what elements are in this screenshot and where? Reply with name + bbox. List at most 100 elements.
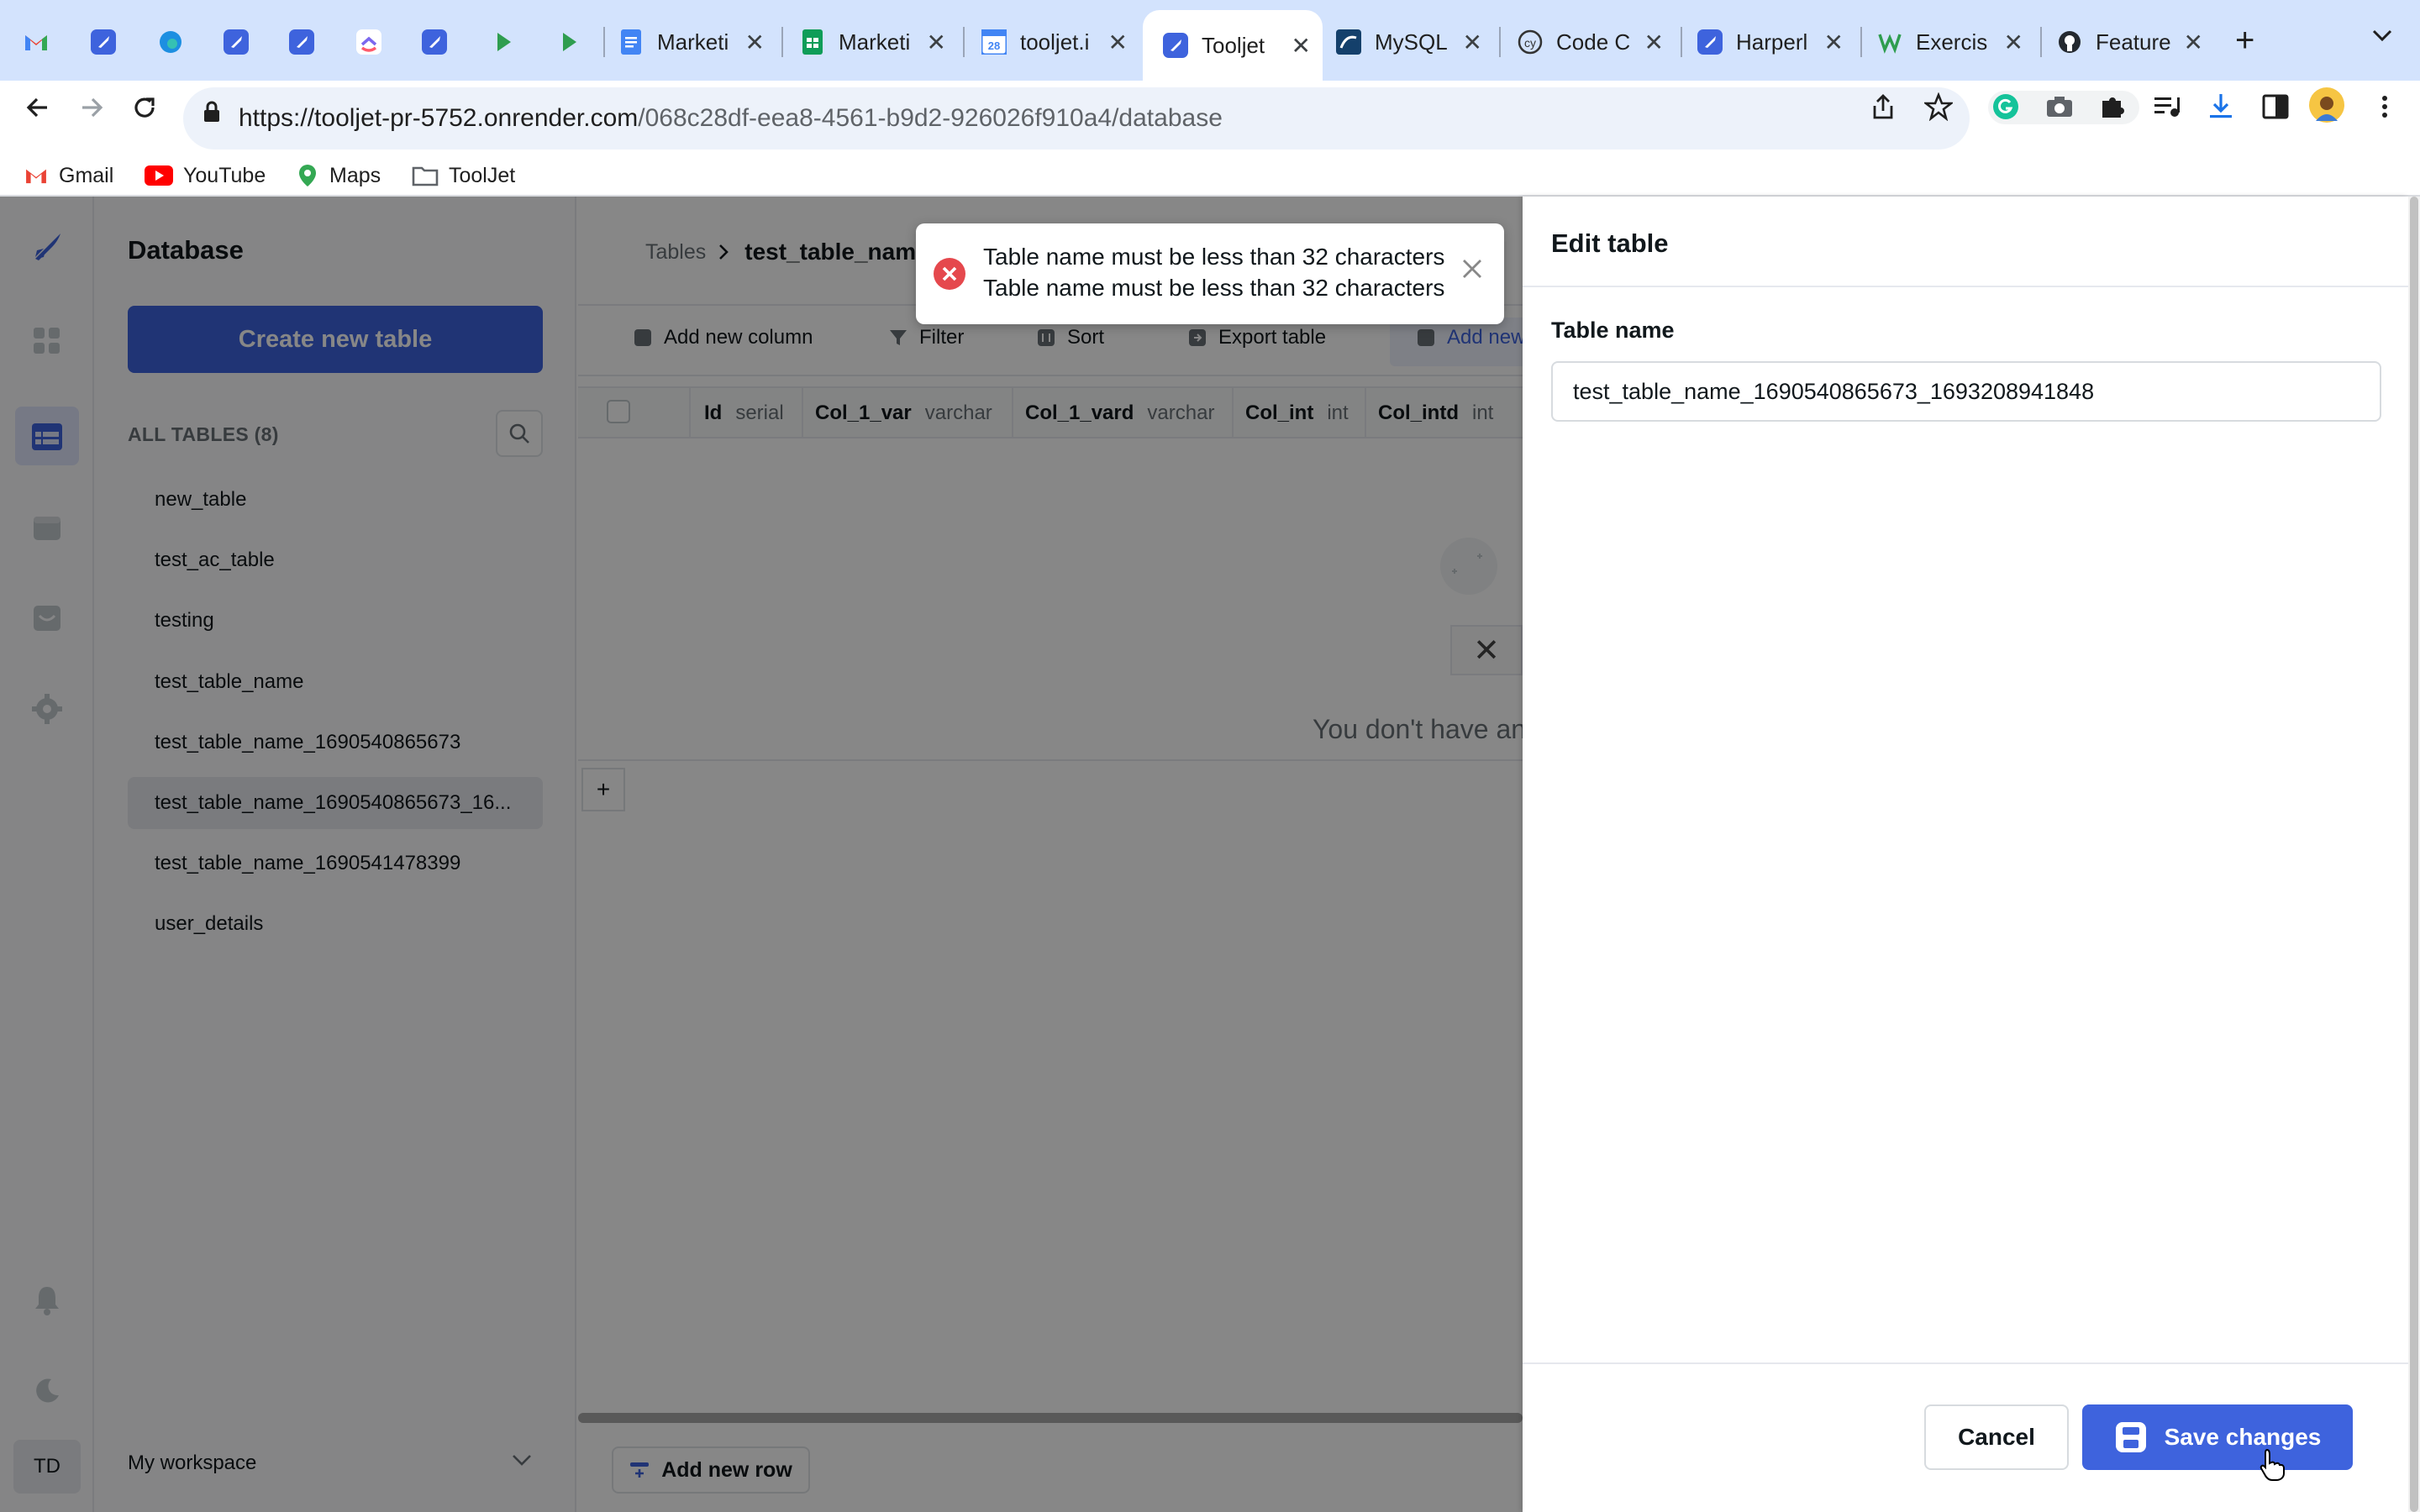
tab-title: Exercis	[1916, 29, 1988, 55]
forward-icon[interactable]	[77, 92, 108, 123]
close-tab-icon[interactable]: ✕	[927, 29, 946, 56]
gmail-icon	[24, 166, 49, 185]
download-icon[interactable]	[2207, 91, 2235, 121]
tooljet-icon	[289, 29, 314, 55]
button-label: Save changes	[2164, 1424, 2322, 1450]
drawer-title: Edit table	[1551, 228, 1669, 258]
bookmark-star-icon[interactable]	[1924, 92, 1953, 121]
maps-icon	[296, 163, 319, 188]
tab-title: Feature	[2096, 29, 2171, 55]
tab-title: tooljet.i	[1020, 29, 1090, 55]
tab-separator	[781, 27, 783, 57]
media-control-icon[interactable]	[2153, 94, 2181, 119]
url-path: /068c28df-eea8-4561-b9d2-926026f910a4/da…	[638, 104, 1223, 132]
close-tab-icon[interactable]: ✕	[745, 29, 765, 56]
edge-icon	[158, 29, 183, 55]
bookmark-tooljet-folder[interactable]: ToolJet	[412, 156, 515, 195]
grammarly-icon[interactable]	[1991, 92, 2020, 121]
browser-tab-exercise[interactable]: Exercis ✕	[1877, 10, 2035, 74]
drawer-footer-divider	[1523, 1362, 2408, 1364]
tooljet-icon	[422, 29, 447, 55]
side-panel-icon[interactable]	[2262, 94, 2289, 119]
tab-search-chevron-icon[interactable]	[2371, 29, 2393, 42]
browser-tab-play-2[interactable]	[556, 10, 600, 74]
bookmark-label: Gmail	[59, 163, 114, 187]
gmail-icon	[24, 29, 49, 55]
scrollbar-thumb[interactable]	[2410, 197, 2418, 1512]
docs-icon	[618, 29, 644, 55]
browser-tab-edge[interactable]	[158, 10, 202, 74]
new-tab-icon[interactable]: +	[2235, 22, 2254, 59]
browser-tab-tooljet-2[interactable]	[224, 10, 267, 74]
modal-backdrop[interactable]	[0, 197, 1523, 1512]
tooljet-icon	[224, 29, 249, 55]
cancel-button[interactable]: Cancel	[1924, 1404, 2069, 1470]
close-tab-icon[interactable]: ✕	[2004, 29, 2023, 56]
bookmark-maps[interactable]: Maps	[296, 156, 381, 195]
browser-tab-tooljet-1[interactable]	[91, 10, 134, 74]
close-tab-icon[interactable]: ✕	[1644, 29, 1664, 56]
toast-close-icon[interactable]	[1460, 257, 1484, 281]
save-changes-button[interactable]: Save changes	[2082, 1404, 2353, 1470]
browser-tab-code[interactable]: cy Code C ✕	[1518, 10, 1676, 74]
back-icon[interactable]	[22, 92, 52, 123]
cy-icon: cy	[1518, 29, 1543, 55]
calendar-icon: 28	[981, 29, 1007, 55]
browser-tab-tooljet-active[interactable]: Tooljet ✕	[1143, 10, 1323, 81]
extensions-puzzle-icon[interactable]	[2099, 92, 2126, 119]
tab-separator	[1499, 27, 1501, 57]
svg-text:cy: cy	[1524, 36, 1536, 50]
bookmark-youtube[interactable]: YouTube	[145, 156, 266, 195]
sheets-icon	[800, 29, 825, 55]
tooljet-app: TD Database Create new table ALL TABLES …	[0, 197, 2420, 1512]
tab-title: Code C	[1556, 29, 1631, 55]
close-tab-icon[interactable]: ✕	[2184, 29, 2203, 56]
close-tab-icon[interactable]: ✕	[1108, 29, 1128, 56]
reload-icon[interactable]	[129, 92, 160, 123]
play-icon	[556, 29, 581, 55]
browser-tab-gmail[interactable]	[24, 10, 67, 74]
browser-tab-calendar[interactable]: 28 tooljet.i ✕	[981, 10, 1139, 74]
url-text[interactable]: https://tooljet-pr-5752.onrender.com/068…	[239, 104, 1223, 133]
toast-message: Table name must be less than 32 characte…	[983, 244, 1445, 270]
browser-tab-tooljet-3[interactable]	[289, 10, 333, 74]
profile-avatar-icon[interactable]	[2309, 87, 2344, 123]
close-tab-icon[interactable]: ✕	[1292, 32, 1311, 60]
browser-tab-clickup[interactable]	[356, 10, 400, 74]
play-icon	[491, 29, 516, 55]
tab-title: Marketi	[839, 29, 911, 55]
toast-message: Table name must be less than 32 characte…	[983, 275, 1445, 301]
close-tab-icon[interactable]: ✕	[1824, 29, 1844, 56]
lock-icon[interactable]	[202, 99, 222, 124]
mysql-icon	[1336, 29, 1361, 55]
bookmark-gmail[interactable]: Gmail	[24, 156, 113, 195]
browser-tab-harper[interactable]: Harperl ✕	[1697, 10, 1855, 74]
tab-separator	[1860, 27, 1862, 57]
share-icon[interactable]	[1870, 92, 1896, 121]
browser-tab-play-1[interactable]	[491, 10, 534, 74]
bookmark-label: ToolJet	[449, 163, 516, 187]
tooljet-icon	[91, 29, 116, 55]
camera-icon[interactable]	[2045, 94, 2074, 119]
tooljet-icon	[1163, 33, 1188, 58]
browser-tab-tooljet-4[interactable]	[422, 10, 466, 74]
bookmark-label: YouTube	[183, 163, 266, 187]
browser-tab-mysql[interactable]: MySQL ✕	[1336, 10, 1494, 74]
folder-icon	[412, 165, 439, 186]
drawer-vertical-scrollbar[interactable]	[2408, 197, 2420, 1512]
save-icon	[2114, 1420, 2148, 1454]
browser-tab-docs[interactable]: Marketi ✕	[618, 10, 776, 74]
chrome-menu-icon[interactable]	[2380, 94, 2390, 119]
bookmark-label: Maps	[329, 163, 381, 187]
table-name-input[interactable]	[1551, 361, 2381, 422]
mouse-cursor-icon	[2259, 1446, 2287, 1482]
table-name-label: Table name	[1551, 318, 1675, 343]
svg-text:28: 28	[988, 39, 1000, 52]
browser-tab-sheets[interactable]: Marketi ✕	[800, 10, 958, 74]
tab-separator	[1681, 27, 1682, 57]
edit-table-drawer: Edit table Table name Cancel Save change…	[1523, 197, 2408, 1512]
browser-tab-feature[interactable]: Feature ✕	[2057, 10, 2215, 74]
close-tab-icon[interactable]: ✕	[1463, 29, 1482, 56]
error-icon	[933, 257, 966, 291]
tab-separator	[603, 27, 605, 57]
